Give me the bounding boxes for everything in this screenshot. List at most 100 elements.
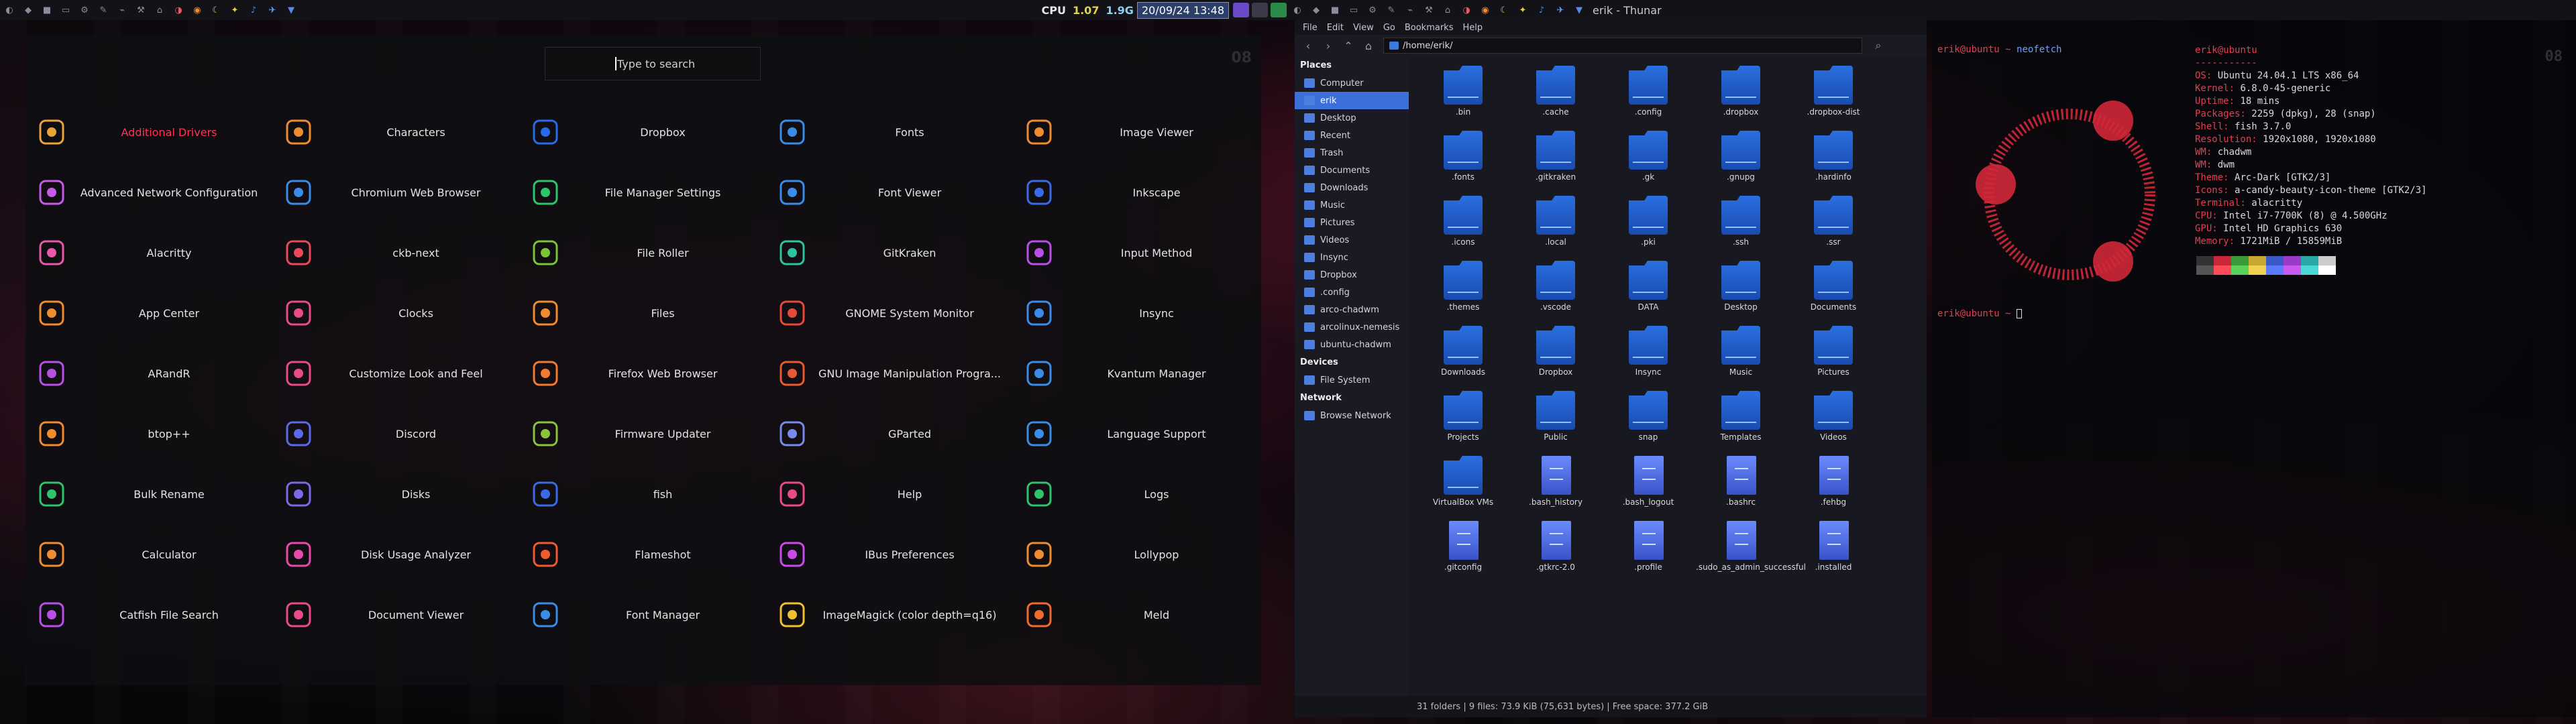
sidebar-item[interactable]: Desktop: [1295, 109, 1409, 127]
panel-launcher-icon[interactable]: ✦: [1513, 0, 1532, 20]
app-entry[interactable]: Input Method: [1013, 223, 1260, 283]
panel-launcher-icon[interactable]: ⚙: [1363, 0, 1382, 20]
panel-launcher-icon[interactable]: ☾: [1495, 0, 1513, 20]
menu-edit[interactable]: Edit: [1327, 23, 1344, 33]
folder-item[interactable]: .ssr: [1788, 196, 1869, 260]
panel-launcher-icon[interactable]: ■: [38, 0, 56, 20]
app-entry[interactable]: Kvantum Manager: [1013, 343, 1260, 404]
sidebar-item[interactable]: Insync: [1295, 249, 1409, 266]
file-item[interactable]: .fehbg: [1788, 456, 1869, 520]
sidebar-item[interactable]: arco-chadwm: [1295, 301, 1409, 318]
app-entry[interactable]: Chromium Web Browser: [272, 162, 519, 223]
app-entry[interactable]: Bulk Rename: [25, 464, 272, 524]
up-icon[interactable]: ⌃: [1340, 38, 1356, 54]
panel-launcher-icon[interactable]: ▼: [1570, 0, 1589, 20]
app-entry[interactable]: ARandR: [25, 343, 272, 404]
sidebar-item[interactable]: File System: [1295, 371, 1409, 389]
app-entry[interactable]: Disks: [272, 464, 519, 524]
app-entry[interactable]: Flameshot: [519, 524, 766, 585]
panel-launcher-icon[interactable]: ◆: [1307, 0, 1326, 20]
folder-item[interactable]: Desktop: [1696, 261, 1776, 325]
sidebar-item[interactable]: Videos: [1295, 231, 1409, 249]
app-entry[interactable]: Files: [519, 283, 766, 343]
app-entry[interactable]: GNOME System Monitor: [766, 283, 1013, 343]
sidebar-item[interactable]: Trash: [1295, 144, 1409, 162]
folder-item[interactable]: .ssh: [1696, 196, 1776, 260]
clock[interactable]: 20/09/24 13:48: [1136, 1, 1229, 19]
folder-item[interactable]: .config: [1603, 66, 1684, 130]
panel-launcher-icon[interactable]: ☾: [207, 0, 225, 20]
app-entry[interactable]: Alacritty: [25, 223, 272, 283]
terminal-window[interactable]: erik@ubuntu ~ neofetch erik@ubuntu -----…: [1932, 20, 2576, 717]
app-entry[interactable]: Additional Drivers: [25, 102, 272, 162]
file-item[interactable]: .gtkrc-2.0: [1511, 521, 1591, 585]
sidebar-item[interactable]: arcolinux-nemesis: [1295, 318, 1409, 336]
sidebar-item[interactable]: Music: [1295, 196, 1409, 214]
app-entry[interactable]: Meld: [1013, 585, 1260, 645]
app-entry[interactable]: GitKraken: [766, 223, 1013, 283]
menu-bookmarks[interactable]: Bookmarks: [1405, 23, 1454, 33]
menu-view[interactable]: View: [1353, 23, 1374, 33]
panel-launcher-icon[interactable]: ✦: [225, 0, 244, 20]
folder-item[interactable]: .gitkraken: [1511, 131, 1591, 195]
folder-item[interactable]: Insync: [1603, 326, 1684, 390]
folder-item[interactable]: VirtualBox VMs: [1418, 456, 1499, 520]
folder-item[interactable]: .dropbox-dist: [1788, 66, 1869, 130]
search-icon[interactable]: ⌕: [1870, 38, 1886, 54]
app-entry[interactable]: GParted: [766, 404, 1013, 464]
sidebar-item[interactable]: ubuntu-chadwm: [1295, 336, 1409, 353]
app-entry[interactable]: Discord: [272, 404, 519, 464]
panel-launcher-icon[interactable]: ⚙: [75, 0, 94, 20]
folder-item[interactable]: .themes: [1418, 261, 1499, 325]
panel-launcher-icon[interactable]: ⌁: [1401, 0, 1419, 20]
menu-go[interactable]: Go: [1383, 23, 1395, 33]
app-entry[interactable]: Inkscape: [1013, 162, 1260, 223]
panel-launcher-icon[interactable]: ◑: [169, 0, 188, 20]
app-entry[interactable]: fish: [519, 464, 766, 524]
file-item[interactable]: .profile: [1603, 521, 1684, 585]
folder-item[interactable]: Projects: [1418, 391, 1499, 455]
back-icon[interactable]: ‹: [1300, 38, 1316, 54]
panel-launcher-icon[interactable]: ◐: [0, 0, 19, 20]
folder-item[interactable]: Pictures: [1788, 326, 1869, 390]
app-entry[interactable]: Customize Look and Feel: [272, 343, 519, 404]
sidebar-item[interactable]: Computer: [1295, 74, 1409, 92]
app-entry[interactable]: Help: [766, 464, 1013, 524]
app-entry[interactable]: ImageMagick (color depth=q16): [766, 585, 1013, 645]
app-entry[interactable]: Logs: [1013, 464, 1260, 524]
app-entry[interactable]: Lollypop: [1013, 524, 1260, 585]
folder-item[interactable]: .fonts: [1418, 131, 1499, 195]
sidebar-item[interactable]: Recent: [1295, 127, 1409, 144]
app-entry[interactable]: Catfish File Search: [25, 585, 272, 645]
menu-help[interactable]: Help: [1462, 23, 1483, 33]
file-item[interactable]: .bashrc: [1696, 456, 1776, 520]
folder-item[interactable]: Public: [1511, 391, 1591, 455]
folder-item[interactable]: .dropbox: [1696, 66, 1776, 130]
folder-item[interactable]: Documents: [1788, 261, 1869, 325]
sidebar-item[interactable]: erik: [1295, 92, 1409, 109]
folder-item[interactable]: Videos: [1788, 391, 1869, 455]
folder-item[interactable]: .gk: [1603, 131, 1684, 195]
folder-item[interactable]: DATA: [1603, 261, 1684, 325]
folder-item[interactable]: snap: [1603, 391, 1684, 455]
sidebar-item[interactable]: Dropbox: [1295, 266, 1409, 284]
tray-app-icon[interactable]: [1233, 3, 1249, 17]
app-entry[interactable]: Advanced Network Configuration: [25, 162, 272, 223]
app-entry[interactable]: Language Support: [1013, 404, 1260, 464]
app-entry[interactable]: Font Viewer: [766, 162, 1013, 223]
panel-launcher-icon[interactable]: ◐: [1288, 0, 1307, 20]
app-entry[interactable]: Firefox Web Browser: [519, 343, 766, 404]
app-entry[interactable]: Characters: [272, 102, 519, 162]
network-tray-icon[interactable]: [1271, 3, 1287, 17]
app-entry[interactable]: Fonts: [766, 102, 1013, 162]
panel-launcher-icon[interactable]: ⚒: [1419, 0, 1438, 20]
panel-launcher-icon[interactable]: ♪: [1532, 0, 1551, 20]
panel-launcher-icon[interactable]: ■: [1326, 0, 1344, 20]
panel-launcher-icon[interactable]: ◑: [1457, 0, 1476, 20]
file-item[interactable]: .bash_history: [1511, 456, 1591, 520]
file-item[interactable]: .gitconfig: [1418, 521, 1499, 585]
forward-icon[interactable]: ›: [1320, 38, 1336, 54]
app-entry[interactable]: File Roller: [519, 223, 766, 283]
sidebar-item[interactable]: Downloads: [1295, 179, 1409, 196]
panel-launcher-icon[interactable]: ◆: [19, 0, 38, 20]
